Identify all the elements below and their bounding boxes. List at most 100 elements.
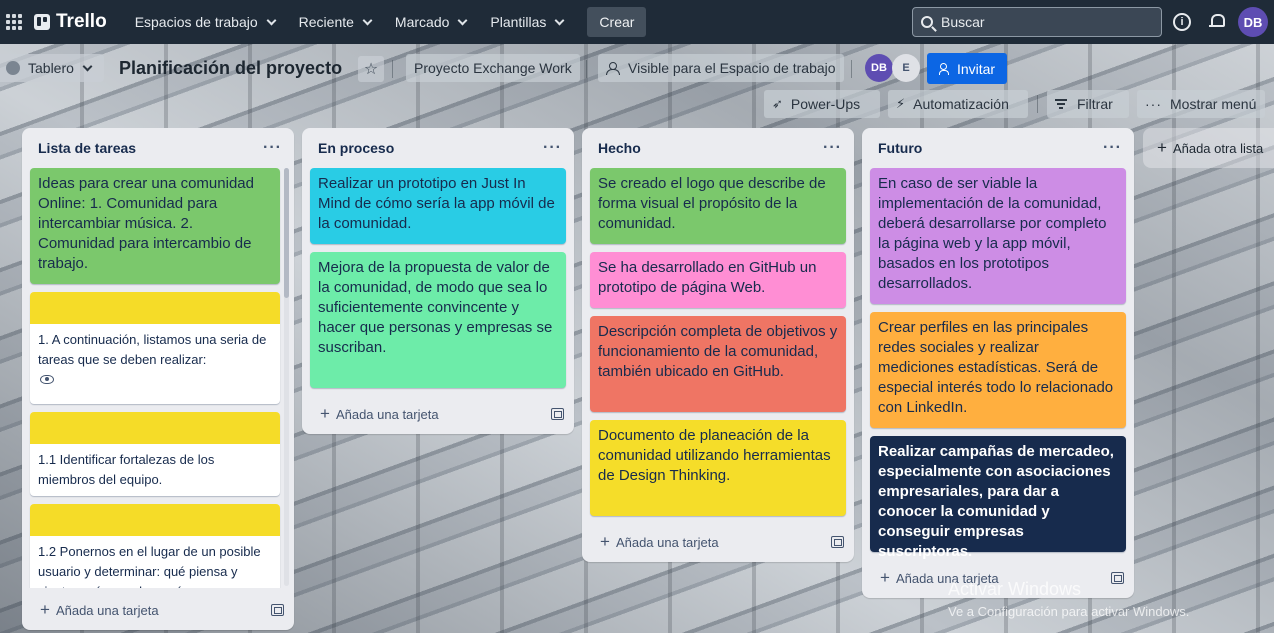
card[interactable]: Crear perfiles en las principales redes …: [870, 312, 1126, 428]
nav-workspaces-label: Espacios de trabajo: [134, 14, 258, 30]
list-title[interactable]: Futuro: [878, 140, 922, 156]
list-title[interactable]: Lista de tareas: [38, 140, 136, 156]
nav-templates-button[interactable]: Plantillas: [478, 6, 575, 38]
search-input[interactable]: Buscar: [912, 7, 1162, 37]
list-cards: En caso de ser viable la implementación …: [862, 168, 1134, 560]
board-view-switcher[interactable]: Tablero: [0, 54, 104, 82]
account-avatar[interactable]: DB: [1238, 7, 1268, 37]
nav-templates-label: Plantillas: [490, 14, 547, 30]
add-card-button[interactable]: + Añada una tarjeta: [600, 532, 719, 552]
card[interactable]: 1.1 Identificar fortalezas de los miembr…: [30, 412, 280, 496]
notifications-bell-icon[interactable]: [1209, 13, 1225, 31]
show-menu-label: Mostrar menú: [1170, 96, 1257, 112]
card[interactable]: Realizar un prototipo en Just In Mind de…: [310, 168, 566, 244]
list-menu-icon[interactable]: ···: [1103, 139, 1122, 157]
info-icon[interactable]: i: [1173, 13, 1191, 31]
card[interactable]: Se creado el logo que describe de forma …: [590, 168, 846, 244]
card-template-icon[interactable]: [551, 408, 564, 420]
list-en-proceso: En proceso ··· Realizar un prototipo en …: [302, 128, 574, 434]
plus-icon: +: [880, 568, 890, 587]
header-divider: [1037, 95, 1038, 113]
list-menu-icon[interactable]: ···: [543, 139, 562, 157]
power-ups-label: Power-Ups: [790, 96, 861, 112]
card[interactable]: En caso de ser viable la implementación …: [870, 168, 1126, 304]
search-icon: [921, 16, 933, 28]
list-scrollbar[interactable]: [284, 168, 289, 586]
add-card-button[interactable]: + Añada una tarjeta: [320, 404, 439, 424]
card-text: En caso de ser viable la implementación …: [878, 175, 1107, 292]
visibility-button[interactable]: Visible para el Espacio de trabajo: [598, 54, 844, 82]
list-header: Hecho ···: [582, 128, 854, 168]
star-board-icon[interactable]: ☆: [358, 56, 384, 82]
card-text: Realizar un prototipo en Just In Mind de…: [318, 175, 555, 232]
add-list-label: Añada otra lista: [1172, 140, 1264, 156]
filter-button[interactable]: Filtrar: [1047, 90, 1129, 118]
list-menu-icon[interactable]: ···: [263, 139, 282, 157]
card[interactable]: 1. A continuación, listamos una seria de…: [30, 292, 280, 404]
add-card-label: Añada una tarjeta: [55, 603, 159, 618]
invite-label: Invitar: [956, 60, 996, 77]
list-title[interactable]: En proceso: [318, 140, 394, 156]
trello-logo[interactable]: Trello: [34, 11, 107, 33]
filter-label: Filtrar: [1077, 96, 1113, 112]
nav-starred-button[interactable]: Marcado: [383, 6, 478, 38]
search-placeholder: Buscar: [941, 14, 985, 30]
add-card-row: + Añada una tarjeta: [302, 396, 574, 432]
plus-icon: +: [600, 532, 610, 551]
card-text: Mejora de la propuesta de valor de la co…: [318, 259, 553, 356]
card-text: Se ha desarrollado en GitHub un prototip…: [598, 259, 817, 296]
add-card-label: Añada una tarjeta: [615, 535, 719, 550]
card[interactable]: Se ha desarrollado en GitHub un prototip…: [590, 252, 846, 308]
card[interactable]: Realizar campañas de mercadeo, especialm…: [870, 436, 1126, 560]
nav-recent-button[interactable]: Reciente: [287, 6, 383, 38]
visibility-label: Visible para el Espacio de trabajo: [628, 60, 836, 76]
filter-icon: [1055, 99, 1067, 109]
lightning-icon: ⚡: [896, 96, 906, 111]
add-card-button[interactable]: + Añada una tarjeta: [40, 600, 159, 620]
workspace-button[interactable]: Proyecto Exchange Work: [406, 54, 580, 82]
list-title[interactable]: Hecho: [598, 140, 641, 156]
card-text: Crear perfiles en las principales redes …: [878, 319, 1114, 416]
card[interactable]: Mejora de la propuesta de valor de la co…: [310, 252, 566, 388]
list-menu-icon[interactable]: ···: [823, 139, 842, 157]
plus-icon: +: [40, 600, 50, 619]
automation-button[interactable]: ⚡ Automatización: [888, 90, 1028, 118]
card[interactable]: Documento de planeación de la comunidad …: [590, 420, 846, 516]
show-menu-button[interactable]: ··· Mostrar menú: [1137, 90, 1265, 118]
watch-eye-icon: [40, 375, 54, 384]
nav-workspaces-button[interactable]: Espacios de trabajo: [123, 6, 287, 38]
card[interactable]: Descripción completa de objetivos y func…: [590, 316, 846, 412]
add-list-button[interactable]: + Añada otra lista: [1143, 128, 1274, 168]
header-divider: [392, 60, 393, 78]
board-view-label: Tablero: [28, 60, 74, 76]
add-card-row: + Añada una tarjeta: [582, 524, 854, 560]
apps-grid-icon[interactable]: [6, 14, 22, 30]
plus-icon: +: [1157, 138, 1167, 157]
card[interactable]: Ideas para crear una comunidad Online: 1…: [30, 168, 280, 284]
nav-starred-label: Marcado: [394, 14, 450, 30]
card-text: 1. A continuación, listamos una seria de…: [38, 332, 267, 367]
invite-button[interactable]: Invitar: [927, 53, 1007, 84]
list-futuro: Futuro ··· En caso de ser viable la impl…: [862, 128, 1134, 598]
list-header: Futuro ···: [862, 128, 1134, 168]
card-cover: [30, 504, 280, 536]
add-member-icon: [938, 62, 951, 75]
card-text: Descripción completa de objetivos y func…: [598, 323, 838, 380]
card-text: Realizar campañas de mercadeo, especialm…: [878, 443, 1114, 560]
member-avatar-db[interactable]: DB: [865, 54, 893, 82]
scrollbar-thumb[interactable]: [284, 168, 289, 298]
card-template-icon[interactable]: [271, 604, 284, 616]
windows-activation-watermark: Activar Windows Ve a Configuración para …: [948, 579, 1189, 619]
list-cards: Ideas para crear una comunidad Online: 1…: [22, 168, 294, 588]
card-template-icon[interactable]: [831, 536, 844, 548]
power-ups-button[interactable]: ➶ Power-Ups: [764, 90, 880, 118]
card-text: 1.1 Identificar fortalezas de los miembr…: [38, 452, 215, 487]
card[interactable]: 1.2 Ponernos en el lugar de un posible u…: [30, 504, 280, 588]
rocket-icon: ➶: [772, 96, 783, 111]
list-hecho: Hecho ··· Se creado el logo que describe…: [582, 128, 854, 562]
board-title[interactable]: Planificación del proyecto: [119, 58, 342, 79]
card-text: Documento de planeación de la comunidad …: [598, 427, 831, 484]
workspace-label: Proyecto Exchange Work: [414, 60, 572, 76]
create-button[interactable]: Crear: [587, 7, 647, 37]
member-avatar-e[interactable]: E: [892, 54, 920, 82]
